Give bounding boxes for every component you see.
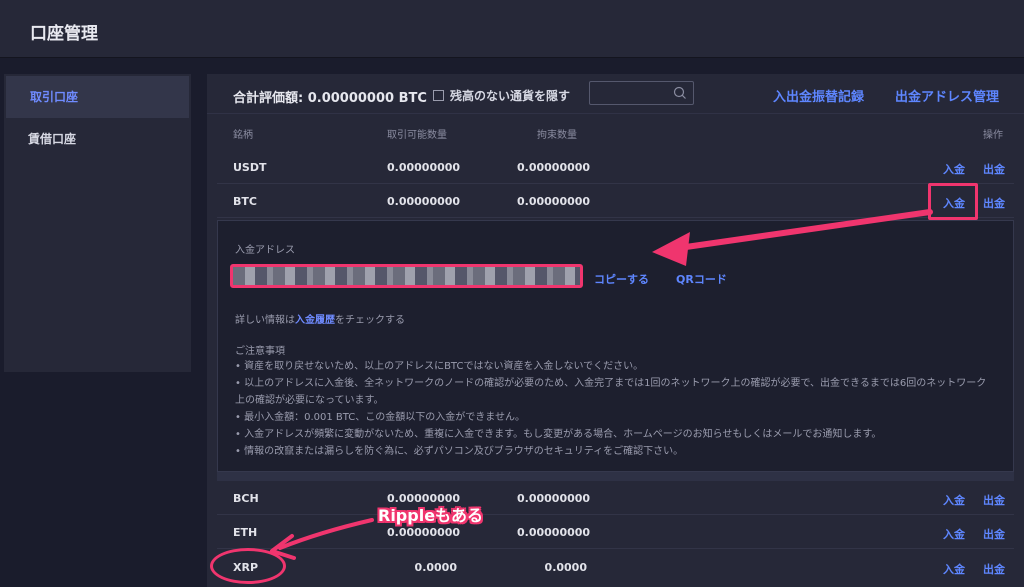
withdraw-button[interactable]: 出金 bbox=[983, 195, 1005, 211]
notes-title: ご注意事項 bbox=[235, 346, 285, 357]
hide-zero-label: 残高のない通貨を隠す bbox=[450, 89, 571, 103]
row-available: 0.0000 bbox=[414, 561, 457, 574]
note-item: • 最小入金額：0.001 BTC、この金額以下の入金ができません。 bbox=[235, 412, 525, 423]
account-main-panel: 合計評価額: 0.00000000 BTC 残高のない通貨を隠す 入出金振替記録… bbox=[207, 74, 1024, 587]
detail-suffix: をチェックする bbox=[335, 315, 405, 326]
column-header-actions: 操作 bbox=[983, 130, 1003, 141]
hide-zero-balance-toggle[interactable]: 残高のない通貨を隠す bbox=[433, 87, 570, 104]
withdraw-address-management-link[interactable]: 出金アドレス管理 bbox=[895, 86, 999, 105]
row-symbol: BCH bbox=[233, 492, 259, 505]
row-symbol: BTC bbox=[233, 195, 257, 208]
row-available: 0.00000000 bbox=[387, 526, 461, 539]
note-item: • 以上のアドレスに入金後、全ネットワークのノードの確認が必要のため、入金完了ま… bbox=[235, 378, 987, 389]
table-row: USDT 0.00000000 0.00000000 入金 出金 bbox=[217, 150, 1014, 184]
deposit-detail-line: 詳しい情報は入金履歴をチェックする bbox=[235, 311, 405, 326]
table-row: XRP 0.0000 0.0000 入金 出金 bbox=[217, 550, 1014, 584]
deposit-button[interactable]: 入金 bbox=[943, 561, 965, 577]
sidebar-item-lending-account[interactable]: 賃借口座 bbox=[4, 118, 187, 160]
table-row: ETH 0.00000000 0.00000000 入金 出金 bbox=[217, 515, 1014, 549]
transfer-history-link[interactable]: 入出金振替記録 bbox=[773, 86, 864, 105]
deposit-history-link[interactable]: 入金履歴 bbox=[295, 315, 335, 326]
note-item: 上の確認が必要になっています。 bbox=[235, 395, 384, 406]
deposit-address-label: 入金アドレス bbox=[235, 245, 295, 256]
withdraw-button[interactable]: 出金 bbox=[983, 526, 1005, 542]
table-row: BCH 0.00000000 0.00000000 入金 出金 bbox=[217, 481, 1014, 515]
note-item: • 情報の改竄または漏らしを防ぐ為に、必ずパソコン及びブラウザのセキュリティをご… bbox=[235, 446, 684, 457]
qr-code-button[interactable]: QRコード bbox=[676, 271, 727, 287]
sidebar-item-trading-account[interactable]: 取引口座 bbox=[6, 76, 189, 118]
deposit-address-value-blurred[interactable] bbox=[230, 264, 583, 288]
row-symbol: ETH bbox=[233, 526, 258, 539]
withdraw-button[interactable]: 出金 bbox=[983, 161, 1005, 177]
note-item: • 資産を取り戻せないため、以上のアドレスにBTCではない資産を入金しないでくだ… bbox=[235, 361, 644, 372]
deposit-button[interactable]: 入金 bbox=[943, 492, 965, 508]
currency-search[interactable] bbox=[589, 81, 694, 105]
deposit-button[interactable]: 入金 bbox=[943, 161, 965, 177]
currency-search-input[interactable] bbox=[590, 82, 670, 105]
summary-bar: 合計評価額: 0.00000000 BTC 残高のない通貨を隠す 入出金振替記録… bbox=[207, 74, 1024, 114]
row-symbol: USDT bbox=[233, 161, 267, 174]
row-locked: 0.00000000 bbox=[517, 492, 591, 505]
note-item: • 入金アドレスが頻繁に変動がないため、重複に入金できます。もし変更がある場合、… bbox=[235, 429, 882, 440]
row-locked: 0.00000000 bbox=[517, 161, 591, 174]
copy-address-button[interactable]: コピーする bbox=[594, 271, 649, 287]
column-header-available: 取引可能数量 bbox=[387, 130, 447, 141]
withdraw-button[interactable]: 出金 bbox=[983, 492, 1005, 508]
row-available: 0.00000000 bbox=[387, 161, 461, 174]
detail-prefix: 詳しい情報は bbox=[235, 315, 295, 326]
row-locked: 0.0000 bbox=[544, 561, 587, 574]
deposit-highlight-box bbox=[928, 183, 978, 220]
search-icon[interactable] bbox=[673, 86, 687, 100]
hide-zero-checkbox[interactable] bbox=[433, 90, 444, 101]
column-header-locked: 拘束数量 bbox=[537, 130, 577, 141]
deposit-button[interactable]: 入金 bbox=[943, 526, 965, 542]
table-row: BTC 0.00000000 0.00000000 入金 出金 bbox=[217, 184, 1014, 218]
row-locked: 0.00000000 bbox=[517, 526, 591, 539]
sidebar: 取引口座 賃借口座 bbox=[4, 74, 191, 372]
row-locked: 0.00000000 bbox=[517, 195, 591, 208]
page-title: 口座管理 bbox=[30, 24, 98, 44]
xrp-highlight-circle bbox=[210, 548, 286, 584]
column-header-symbol: 銘柄 bbox=[233, 130, 253, 141]
deposit-address-panel: 入金アドレス コピーする QRコード 詳しい情報は入金履歴をチェックする ご注意… bbox=[217, 220, 1014, 472]
ripple-callout-text: Rippleもある bbox=[378, 506, 484, 525]
row-available: 0.00000000 bbox=[387, 195, 461, 208]
top-header: 口座管理 bbox=[0, 0, 1024, 58]
total-valuation: 合計評価額: 0.00000000 BTC bbox=[233, 91, 427, 106]
panel-divider bbox=[217, 472, 1014, 481]
notes-list: • 資産を取り戻せないため、以上のアドレスにBTCではない資産を入金しないでくだ… bbox=[235, 358, 1005, 460]
withdraw-button[interactable]: 出金 bbox=[983, 561, 1005, 577]
